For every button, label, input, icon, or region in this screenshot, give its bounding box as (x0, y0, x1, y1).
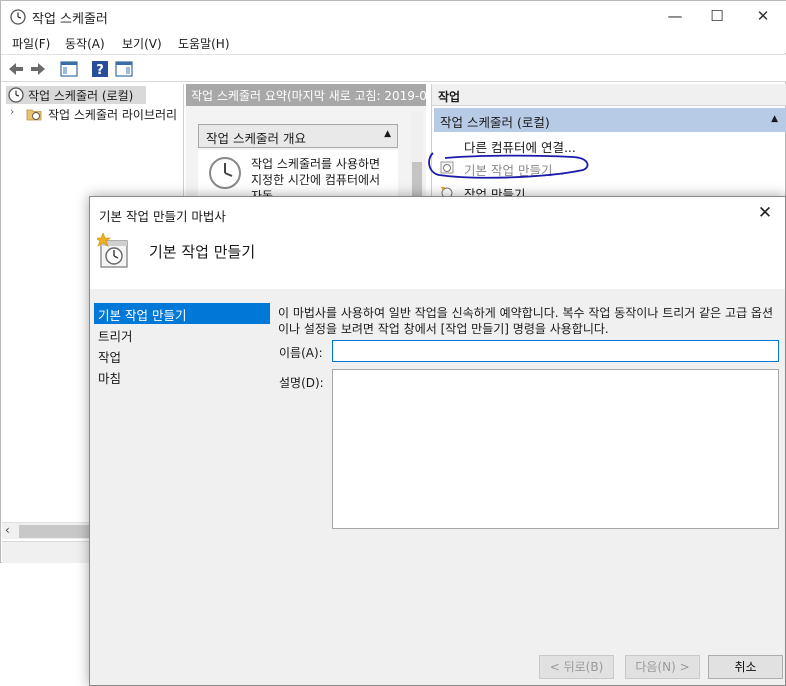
close-button[interactable]: ✕ (740, 1, 786, 32)
next-button[interactable]: 다음(N) > (625, 655, 700, 679)
summary-header: 작업 스케줄러 요약(마지막 새로 고침: 2019-0 (186, 84, 426, 106)
overview-section-header[interactable]: 작업 스케줄러 개요 ▲ (198, 124, 398, 148)
tree-item-local[interactable]: 작업 스케줄러 (로컬) (6, 86, 146, 104)
task-description-input[interactable] (332, 369, 779, 529)
menu-file[interactable]: 파일(F) (12, 35, 50, 52)
basic-task-wizard-dialog: 기본 작업 만들기 마법사 ✕ 기본 작업 만들기 기본 작업 만들기 트리거 … (89, 196, 786, 686)
wizard-description: 이 마법사를 사용하여 일반 작업을 신속하게 예약합니다. 복수 작업 동작이… (278, 306, 774, 336)
clock-icon (209, 157, 241, 189)
collapse-caret-icon[interactable]: ▲ (771, 114, 778, 124)
back-button[interactable]: < 뒤로(B) (539, 655, 614, 679)
chevron-right-icon[interactable]: › (10, 105, 14, 118)
wizard-heading: 기본 작업 만들기 (149, 243, 256, 261)
step-trigger: 트리거 (98, 329, 133, 344)
task-name-input[interactable] (332, 340, 779, 362)
basic-task-wizard-icon (97, 233, 128, 268)
console-tree-icon[interactable] (59, 59, 79, 79)
menu-bar: 파일(F) 동작(A) 보기(V) 도움말(H) (1, 32, 786, 53)
cancel-button[interactable]: 취소 (708, 655, 783, 679)
wizard-title-bar: 기본 작업 만들기 마법사 ✕ (90, 197, 785, 229)
clock-icon (10, 9, 26, 25)
tree-item-label: 작업 스케줄러 (로컬) (28, 89, 134, 103)
maximize-button[interactable]: ☐ (694, 1, 740, 32)
wizard-steps: 기본 작업 만들기 트리거 작업 마침 (94, 303, 270, 387)
tree-item-label: 작업 스케줄러 라이브러리 (48, 108, 178, 122)
collapse-caret-icon[interactable]: ▲ (384, 129, 391, 139)
wizard-title: 기본 작업 만들기 마법사 (99, 209, 226, 224)
step-finish: 마침 (98, 371, 122, 386)
menu-action[interactable]: 동작(A) (65, 35, 105, 52)
window-title: 작업 스케줄러 (32, 12, 108, 27)
actions-section-local[interactable]: 작업 스케줄러 (로컬) ▲ (434, 108, 786, 132)
actions-header: 작업 (432, 84, 786, 106)
back-arrow-icon[interactable] (6, 59, 26, 79)
description-label: 설명(D): (279, 376, 324, 390)
action-pane-icon[interactable] (114, 59, 134, 79)
clock-icon (8, 87, 24, 103)
scroll-left-icon[interactable]: ‹ (5, 523, 10, 537)
menu-view[interactable]: 보기(V) (122, 35, 162, 52)
name-label: 이름(A): (279, 346, 323, 360)
annotation-circle (428, 152, 589, 179)
minimize-button[interactable]: — (652, 1, 698, 32)
title-bar: 작업 스케줄러 — ☐ ✕ (1, 1, 786, 32)
step-create-basic-task: 기본 작업 만들기 (94, 303, 270, 324)
tree-item-library[interactable]: › 작업 스케줄러 라이브러리 (6, 105, 184, 123)
toolbar: ? (1, 54, 786, 82)
forward-arrow-icon[interactable] (28, 59, 48, 79)
svg-text:?: ? (96, 63, 104, 78)
menu-help[interactable]: 도움말(H) (178, 35, 230, 52)
folder-clock-icon (26, 109, 42, 121)
step-action: 작업 (98, 350, 122, 365)
section-label: 작업 스케줄러 (로컬) (440, 115, 550, 130)
wizard-header: 기본 작업 만들기 (90, 229, 785, 289)
help-icon[interactable]: ? (90, 59, 110, 79)
overview-title: 작업 스케줄러 개요 (206, 131, 306, 146)
wizard-close-button[interactable]: ✕ (745, 197, 785, 229)
